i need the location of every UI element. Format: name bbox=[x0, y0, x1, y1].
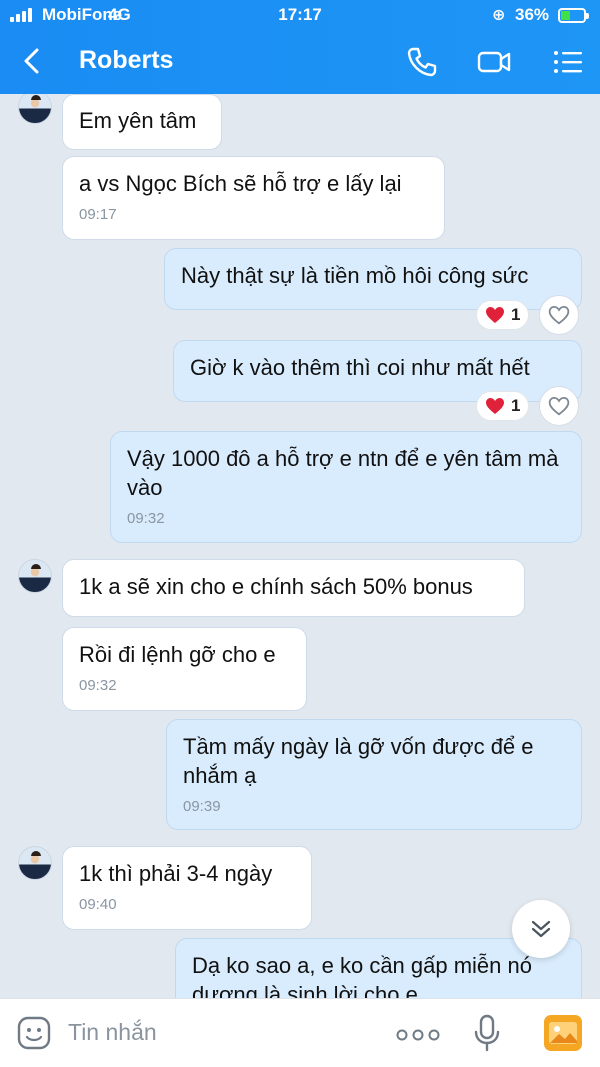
message-time: 09:40 bbox=[79, 896, 117, 913]
heart-outline-icon bbox=[548, 396, 570, 416]
message-bubble-incoming[interactable]: Em yên tâm bbox=[62, 94, 222, 150]
like-button[interactable] bbox=[539, 295, 579, 335]
message-text: Này thật sự là tiền mồ hôi công sức bbox=[181, 263, 529, 288]
reaction-count: 1 bbox=[511, 305, 521, 324]
rotation-lock-icon: ⊕ bbox=[492, 7, 506, 24]
message-text: Tầm mấy ngày là gỡ vốn được để e nhắm ạ bbox=[183, 734, 534, 788]
contact-name[interactable]: Roberts bbox=[79, 46, 173, 75]
message-text: a vs Ngọc Bích sẽ hỗ trợ e lấy lại bbox=[79, 171, 402, 196]
phone-call-icon[interactable] bbox=[404, 44, 440, 80]
message-list[interactable]: Em yên tâm a vs Ngọc Bích sẽ hỗ trợ e lấ… bbox=[0, 94, 600, 998]
message-time: 09:39 bbox=[183, 798, 221, 815]
battery-percent: 36% bbox=[515, 5, 550, 24]
message-input[interactable]: Tin nhắn bbox=[68, 1019, 157, 1046]
message-text: 1k thì phải 3-4 ngày bbox=[79, 861, 273, 886]
double-chevron-down-icon bbox=[531, 920, 551, 938]
message-text: 1k a sẽ xin cho e chính sách 50% bonus bbox=[79, 574, 473, 599]
red-heart-icon bbox=[486, 307, 504, 323]
microphone-icon[interactable] bbox=[472, 1013, 502, 1053]
message-text: Vậy 1000 đô a hỗ trợ e ntn để e yên tâm … bbox=[127, 446, 559, 500]
message-bubble-incoming[interactable]: 1k a sẽ xin cho e chính sách 50% bonus bbox=[62, 559, 525, 617]
reaction-badge[interactable]: 1 bbox=[476, 300, 530, 330]
back-arrow-icon[interactable] bbox=[18, 46, 48, 76]
battery-icon bbox=[558, 8, 589, 23]
photo-gallery-icon[interactable] bbox=[543, 1014, 583, 1052]
message-bubble-incoming[interactable]: Rồi đi lệnh gỡ cho e 09:32 bbox=[62, 627, 307, 711]
status-time: 17:17 bbox=[278, 5, 322, 24]
menu-list-icon[interactable] bbox=[550, 44, 586, 80]
red-heart-icon bbox=[486, 398, 504, 414]
message-bubble-outgoing[interactable]: Vậy 1000 đô a hỗ trợ e ntn để e yên tâm … bbox=[110, 431, 582, 543]
message-time: 09:32 bbox=[79, 677, 117, 694]
reaction-count: 1 bbox=[511, 396, 521, 415]
message-bubble-outgoing[interactable]: Tầm mấy ngày là gỡ vốn được để e nhắm ạ … bbox=[166, 719, 582, 830]
more-options-icon[interactable] bbox=[396, 1029, 440, 1041]
chat-header: Roberts bbox=[0, 30, 600, 94]
scroll-to-bottom-button[interactable] bbox=[512, 900, 570, 958]
message-text: Em yên tâm bbox=[79, 108, 197, 133]
message-text: Dạ ko sao a, e ko cần gấp miễn nó dương … bbox=[192, 953, 532, 998]
reaction-badge[interactable]: 1 bbox=[476, 391, 530, 421]
like-button[interactable] bbox=[539, 386, 579, 426]
message-time: 09:17 bbox=[79, 206, 117, 223]
heart-outline-icon bbox=[548, 305, 570, 325]
video-call-icon[interactable] bbox=[476, 44, 512, 80]
avatar[interactable] bbox=[18, 94, 52, 124]
status-bar: MobiFone 4G 17:17 ⊕ 36% bbox=[0, 0, 600, 30]
avatar[interactable] bbox=[18, 559, 52, 593]
message-bubble-incoming[interactable]: 1k thì phải 3-4 ngày 09:40 bbox=[62, 846, 312, 930]
message-time: 09:32 bbox=[127, 510, 165, 527]
message-bubble-incoming[interactable]: a vs Ngọc Bích sẽ hỗ trợ e lấy lại 09:17 bbox=[62, 156, 445, 240]
avatar[interactable] bbox=[18, 846, 52, 880]
sticker-smiley-icon[interactable] bbox=[16, 1015, 52, 1051]
top-bar: MobiFone 4G 17:17 ⊕ 36% Roberts bbox=[0, 0, 600, 94]
message-text: Giờ k vào thêm thì coi như mất hết bbox=[190, 355, 530, 380]
message-text: Rồi đi lệnh gỡ cho e bbox=[79, 642, 276, 667]
message-input-bar: Tin nhắn bbox=[0, 998, 600, 1067]
